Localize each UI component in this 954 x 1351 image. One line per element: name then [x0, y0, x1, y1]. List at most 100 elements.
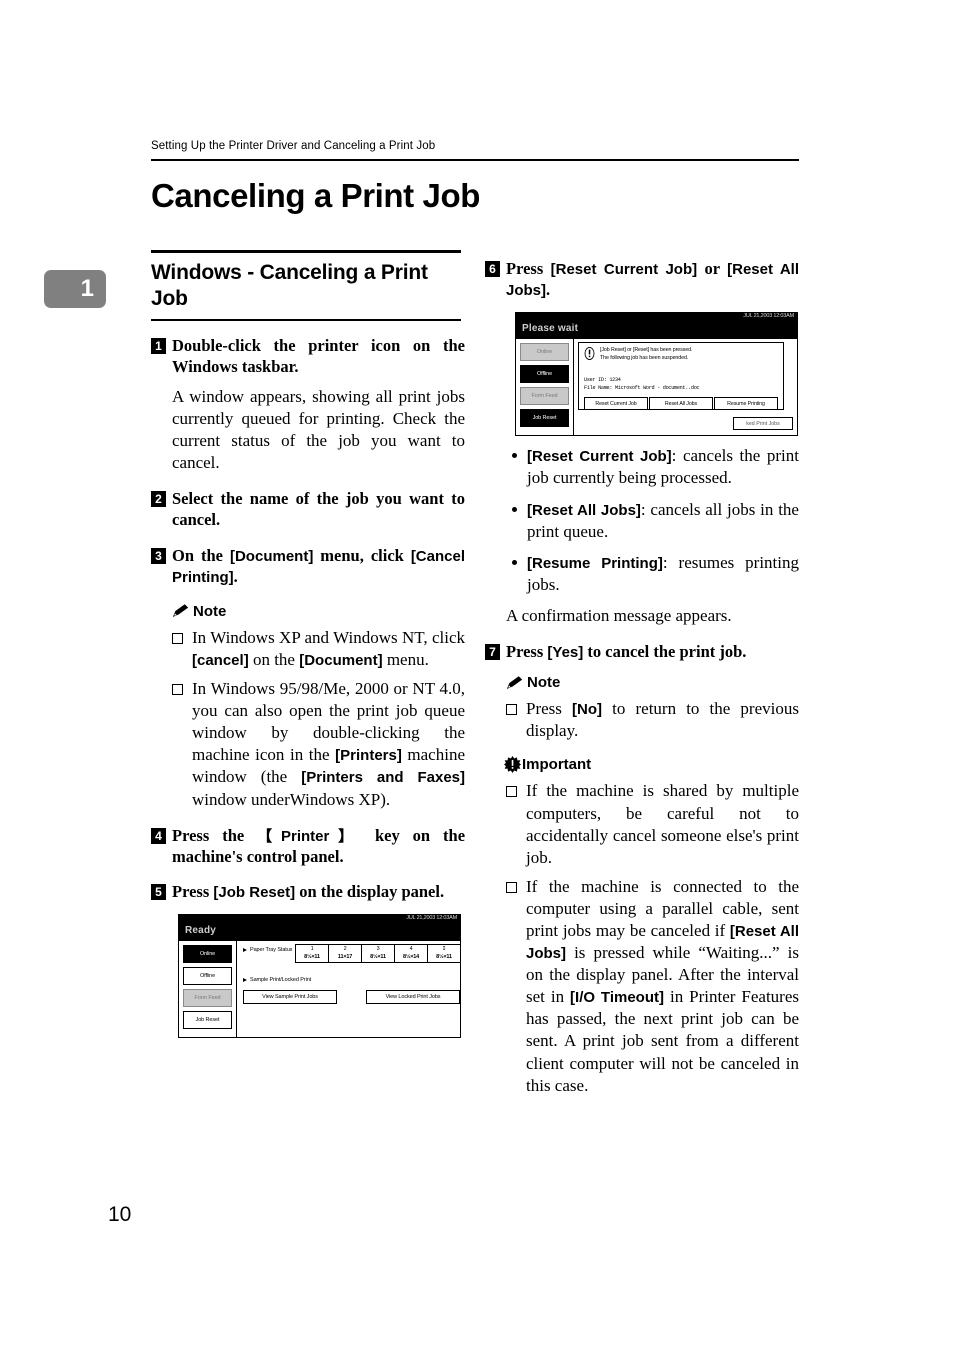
note-heading: Note	[172, 603, 465, 620]
lcd-button-online[interactable]: Online	[183, 945, 232, 964]
note-label: Note	[193, 602, 227, 620]
step-text: Double-click the printer icon on the Win…	[172, 335, 465, 376]
note-item-text: Press [No] to return to the previous dis…	[526, 698, 799, 742]
step-3-text-b: menu, click	[313, 545, 411, 565]
note-text-c: menu.	[382, 650, 429, 669]
pencil-icon	[506, 675, 523, 689]
step-6-text-a: Press	[506, 259, 551, 278]
lcd-tray[interactable]: ↧ 8½×11	[427, 944, 461, 963]
lcd-status-text: Please wait	[516, 322, 797, 339]
note-text-a: Press	[526, 699, 573, 719]
chapter-tab: 1	[44, 270, 106, 308]
step-text: Select the name of the job you want to c…	[172, 489, 465, 530]
lcd-dialog-line-2: The following job has been suspended.	[600, 355, 689, 362]
lcd-tray[interactable]: 2 11×17	[328, 944, 362, 963]
square-bullet-icon	[506, 704, 517, 716]
step-text: Press the 【Printer】 key on the machine's…	[172, 825, 465, 867]
step-5-text-b: on the display panel.	[295, 881, 445, 901]
triangle-icon	[243, 977, 247, 982]
lcd-button-offline[interactable]: Offline	[183, 967, 232, 986]
ui-printer-key: 【Printer】	[257, 827, 362, 845]
lcd-tray[interactable]: 3 8½×11	[361, 944, 395, 963]
lcd-status-text: Ready	[179, 924, 460, 941]
lcd-paper-tray-status-label: Paper Tray Status	[250, 947, 293, 954]
note-label: Note	[527, 674, 561, 692]
lcd-tray[interactable]: 1 8½×11	[295, 944, 329, 963]
lcd-wide-button-row: View Sample Print Jobs View Locked Print…	[243, 989, 460, 1004]
square-bullet-icon	[506, 786, 517, 798]
left-column: Windows - Canceling a Print Job 1 Double…	[151, 250, 465, 1039]
lcd-topbar: JUL 21,2003 12:03AM	[516, 313, 797, 323]
step-4: 4 Press the 【Printer】 key on the machine…	[151, 825, 465, 867]
step-7-text-b: to cancel the print job.	[583, 642, 747, 662]
button-description-text: [Reset All Jobs]: cancels all jobs in th…	[527, 499, 799, 543]
note-item: Press [No] to return to the previous dis…	[506, 698, 799, 742]
lcd-panel-ready-figure: JUL 21,2003 12:03AM Ready Online Offline…	[178, 914, 461, 1039]
lcd-button-form-feed[interactable]: Form Feed	[520, 387, 569, 406]
lcd-timestamp: JUL 21,2003 12:03AM	[743, 313, 794, 320]
step-text: Press [Job Reset] on the display panel.	[172, 881, 465, 902]
ui-io-timeout: [I/O Timeout]	[570, 989, 664, 1007]
button-description-text: [Reset Current Job]: cancels the print j…	[527, 445, 799, 489]
important-item: If the machine is shared by multiple com…	[506, 780, 799, 868]
lcd-dialog-buttons: Reset Current Job Reset All Jobs Resume …	[584, 397, 778, 411]
lcd-button-resume-printing[interactable]: Resume Printing	[714, 397, 778, 411]
important-label: Important	[522, 756, 592, 774]
note-text-c: window underWindows XP).	[192, 789, 391, 809]
step-number: 6	[485, 261, 500, 277]
lcd-body: Online Offline Form Feed Job Reset Paper…	[179, 940, 461, 1038]
lcd-button-view-locked-print-jobs[interactable]: View Locked Print Jobs	[366, 989, 460, 1004]
important-item-text: If the machine is shared by multiple com…	[526, 781, 799, 867]
lcd-topbar: JUL 21,2003 12:03AM	[179, 915, 460, 925]
important-item-text: If the machine is connected to the compu…	[526, 876, 799, 1097]
lcd-button-reset-current-job[interactable]: Reset Current Job	[584, 397, 648, 411]
lcd-button-job-reset[interactable]: Job Reset	[183, 1011, 232, 1030]
header-rule	[151, 159, 799, 161]
lcd-tray[interactable]: 4 8½×14	[394, 944, 428, 963]
lcd-button-form-feed[interactable]: Form Feed	[183, 989, 232, 1008]
ui-cancel: [cancel]	[192, 652, 249, 669]
important-heading: Important	[504, 756, 799, 774]
step-5: 5 Press [Job Reset] on the display panel…	[151, 881, 465, 902]
step-number: 7	[485, 644, 500, 661]
note-text-a: In Windows XP and Windows NT, click	[192, 627, 465, 647]
ui-job-reset: [Job Reset]	[213, 883, 296, 901]
lcd-dialog-lines: [Job Reset] or [Reset] has been pressed.…	[600, 347, 692, 363]
important-item: If the machine is connected to the compu…	[506, 876, 799, 1097]
step-5-text-a: Press	[172, 881, 214, 901]
lcd-button-view-sample-print-jobs[interactable]: View Sample Print Jobs	[243, 989, 337, 1004]
lcd-tray-size: 8½×14	[403, 953, 419, 960]
lcd-main-area: Paper Tray Status 1 8½×11 2 11×17 3 8½×1…	[237, 941, 465, 1037]
lcd-button-reset-all-jobs[interactable]: Reset All Jobs	[649, 397, 713, 411]
lcd-tray-index: ↧	[441, 946, 447, 953]
lcd-button-job-reset[interactable]: Job Reset	[520, 409, 569, 428]
lcd-sample-print-row: Sample Print/Locked Print	[243, 977, 460, 983]
step-3-text-c: .	[233, 566, 238, 586]
ui-reset-current-job: [Reset Current Job]	[550, 261, 698, 278]
running-header: Setting Up the Printer Driver and Cancel…	[151, 140, 436, 152]
lcd-dialog-file-name: File Name: Microsoft Word - document..do…	[584, 385, 700, 392]
note-text-b: on the	[248, 650, 300, 669]
lcd-timestamp: JUL 21,2003 12:03AM	[406, 915, 457, 922]
step-1-body: A window appears, showing all print jobs…	[172, 386, 465, 473]
lcd-button-online[interactable]: Online	[520, 343, 569, 362]
section-rule-bottom	[151, 319, 461, 321]
step-7: 7 Press [Yes] to cancel the print job.	[485, 641, 799, 662]
step-number: 4	[151, 827, 166, 844]
round-bullet-icon	[512, 559, 517, 565]
round-bullet-icon	[512, 453, 517, 459]
lcd-button-offline[interactable]: Offline	[520, 365, 569, 384]
button-description-text: [Resume Printing]: resumes printing jobs…	[527, 552, 799, 596]
ui-resume-printing: [Resume Printing]	[527, 554, 663, 572]
step-text: Press [Yes] to cancel the print job.	[506, 641, 799, 662]
step-number: 5	[151, 883, 166, 900]
button-description-item: [Reset Current Job]: cancels the print j…	[512, 445, 799, 489]
exclamation-icon	[584, 347, 595, 361]
step-6-text-c: .	[546, 280, 551, 300]
square-bullet-icon	[172, 632, 183, 644]
ui-document-menu: [Document]	[229, 547, 314, 565]
lcd-button-view-locked-print-jobs[interactable]: ked Print Jobs	[733, 417, 793, 431]
lcd-tray-index: 4	[409, 946, 413, 953]
ui-printers: [Printers]	[335, 747, 402, 765]
step-number: 3	[151, 547, 166, 564]
